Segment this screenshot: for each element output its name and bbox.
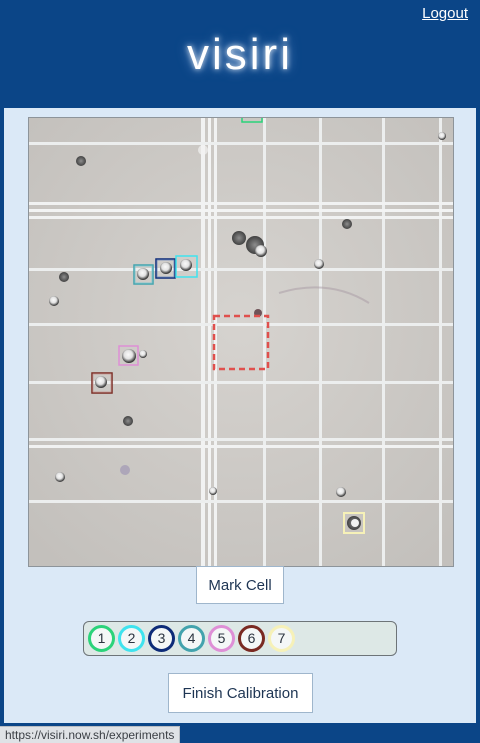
cell-type-chip-5[interactable]: 5 [208,625,235,652]
cell-type-chip-6[interactable]: 6 [238,625,265,652]
cell-type-chip-3[interactable]: 3 [148,625,175,652]
chip-label: 5 [217,630,226,646]
logout-link[interactable]: Logout [422,5,468,22]
chip-label: 7 [277,630,286,646]
microscope-image-canvas [29,118,453,566]
cell-type-chip-1[interactable]: 1 [88,625,115,652]
brand-logo-text: visiri [187,30,293,79]
browser-status-bar: https://visiri.now.sh/experiments [0,726,181,743]
chip-label: 1 [97,630,106,646]
microscope-image[interactable] [28,117,454,567]
cell-type-chip-7[interactable]: 7 [268,625,295,652]
cell-type-chip-2[interactable]: 2 [118,625,145,652]
chip-label: 6 [247,630,256,646]
chip-label: 3 [157,630,166,646]
app-header: Logout visiri [0,0,480,108]
cell-type-chip-4[interactable]: 4 [178,625,205,652]
finish-calibration-button[interactable]: Finish Calibration [168,673,313,713]
chip-label: 4 [187,630,196,646]
chip-label: 2 [127,630,136,646]
mark-cell-button[interactable]: Mark Cell [196,566,284,604]
cell-type-selector: 1 2 3 4 5 6 7 [83,621,397,656]
